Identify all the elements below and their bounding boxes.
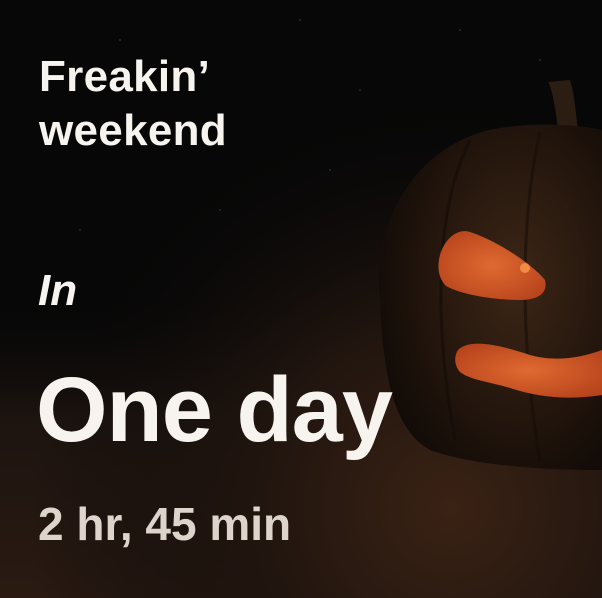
countdown-days: One day (36, 359, 393, 461)
countdown-prefix: In (38, 266, 78, 315)
widget-title: Freakin’ weekend (39, 50, 227, 158)
countdown-hours-minutes: 2 hr, 45 min (38, 498, 292, 550)
title-line-1: Freakin’ (39, 52, 211, 101)
countdown-widget[interactable]: Freakin’ weekend In One day 2 hr, 45 min (0, 0, 602, 598)
title-line-2: weekend (39, 106, 227, 155)
